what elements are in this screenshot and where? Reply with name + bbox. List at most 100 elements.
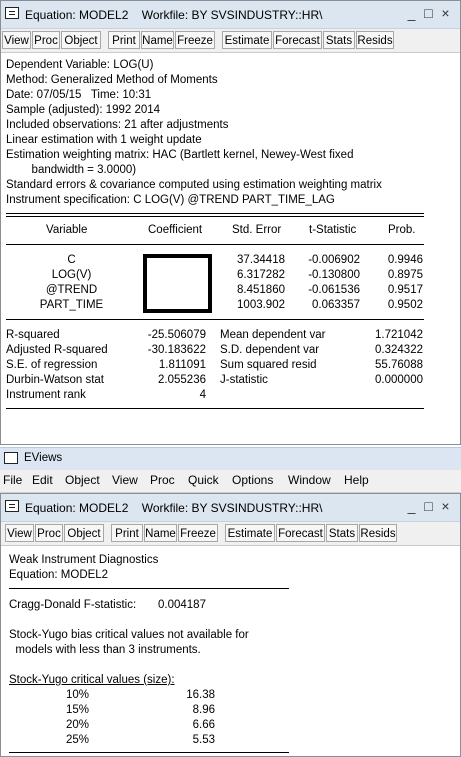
table-rule-top2 [6,216,424,217]
weighting-matrix-line: Estimation weighting matrix: HAC (Bartle… [6,149,354,161]
eviews-app-titlebar[interactable]: EViews [0,447,461,470]
stat-label: R-squared [6,329,60,341]
linear-estimation-line: Linear estimation with 1 weight update [6,134,202,146]
freeze-button[interactable]: Freeze [178,524,218,542]
crit-size: 10% [66,689,90,701]
menu-help[interactable]: Help [344,473,369,487]
minimize-icon[interactable]: _ [403,5,420,21]
freeze-button[interactable]: Freeze [175,31,215,49]
diag-rule-top [9,588,289,589]
prob-cell: 0.9502 [387,299,423,311]
stat-label: Adjusted R-squared [6,344,108,356]
crit-value: 8.96 [192,704,215,716]
estimate-button[interactable]: Estimate [222,31,272,49]
stat-label-right: Mean dependent var [220,329,326,341]
view-button[interactable]: View [5,524,34,542]
object-button[interactable]: Object [64,524,104,542]
equation-icon [5,500,19,512]
resids-button[interactable]: Resids [356,31,394,49]
stats-button[interactable]: Stats [323,31,355,49]
equation-toolbar: View Proc Object Print Name Freeze Estim… [1,29,460,53]
header-t-statistic: t-Statistic [309,224,357,236]
window-titlebar[interactable]: Equation: MODEL2 Workfile: BY SVSINDUSTR… [1,1,460,29]
name-button[interactable]: Name [144,524,177,542]
t-stat-cell: -0.061536 [308,284,360,296]
date-line: Date: 07/05/15 Time: 10:31 [6,89,152,101]
stat-label: Durbin-Watson stat [6,374,104,386]
minimize-icon[interactable]: _ [403,498,420,514]
stats-button[interactable]: Stats [326,524,358,542]
stat-label: S.E. of regression [6,359,98,371]
crit-size: 25% [66,734,90,746]
window-titlebar[interactable]: Equation: MODEL2 Workfile: BY SVSINDUSTR… [1,494,460,522]
stat-value: 1.811091 [158,359,206,371]
stat-label-right: S.D. dependent var [220,344,320,356]
coefficient-redaction-box [143,254,212,313]
menu-object[interactable]: Object [65,473,100,487]
maximize-icon[interactable]: □ [420,5,437,21]
diagnostics-title: Weak Instrument Diagnostics [9,554,159,566]
t-stat-cell: -0.130800 [308,269,360,281]
equation-toolbar: View Proc Object Print Name Freeze Estim… [1,522,460,546]
window-title: Equation: MODEL2 Workfile: BY SVSINDUSTR… [25,501,323,515]
stat-value: -25.506079 [147,329,206,341]
cragg-donald-label: Cragg-Donald F-statistic: [9,599,137,611]
header-std-error: Std. Error [232,224,282,236]
note-line: models with less than 3 instruments. [9,644,201,656]
print-button[interactable]: Print [111,524,143,542]
table-rule-mid [6,244,424,245]
variable-name: @TREND [45,284,98,296]
crit-value: 6.66 [192,719,215,731]
view-button[interactable]: View [2,31,31,49]
object-button[interactable]: Object [61,31,101,49]
menu-file[interactable]: File [3,473,22,487]
std-error-cell: 1003.902 [237,299,285,311]
maximize-icon[interactable]: □ [420,498,437,514]
std-error-cell: 8.451860 [237,284,285,296]
forecast-button[interactable]: Forecast [273,31,322,49]
menu-edit[interactable]: Edit [32,473,53,487]
menu-options[interactable]: Options [232,473,273,487]
crit-value: 16.38 [186,689,215,701]
estimate-button[interactable]: Estimate [225,524,275,542]
stat-value-right: 0.324322 [375,344,423,356]
stat-value-right: 0.000000 [375,374,423,386]
method-line: Method: Generalized Method of Moments [6,74,218,86]
window-title: Equation: MODEL2 Workfile: BY SVSINDUSTR… [25,8,323,22]
print-button[interactable]: Print [108,31,140,49]
header-variable: Variable [46,224,88,236]
stat-value: -30.183622 [147,344,206,356]
variable-name: C [67,254,76,266]
t-stat-cell: -0.006902 [308,254,360,266]
menu-bar: File Edit Object View Proc Quick Options… [0,470,461,493]
menu-view[interactable]: View [112,473,138,487]
header-prob: Prob. [388,224,416,236]
forecast-button[interactable]: Forecast [276,524,325,542]
stat-value: 4 [199,389,206,401]
equation-icon [5,7,19,19]
close-icon[interactable]: × [437,5,454,21]
crit-size: 20% [66,719,90,731]
menu-window[interactable]: Window [288,473,331,487]
proc-button[interactable]: Proc [35,524,63,542]
stat-label: Instrument rank [6,389,86,401]
stats-rule-top [6,319,424,320]
header-coefficient: Coefficient [148,224,203,236]
t-stat-cell: 0.063357 [312,299,360,311]
variable-name: PART_TIME [39,299,104,311]
proc-button[interactable]: Proc [32,31,60,49]
menu-proc[interactable]: Proc [150,473,175,487]
std-error-cell: 37.34418 [237,254,285,266]
observations-line: Included observations: 21 after adjustme… [6,119,229,131]
menu-quick[interactable]: Quick [188,473,219,487]
cragg-donald-value: 0.004187 [158,599,206,611]
standard-errors-line: Standard errors & covariance computed us… [6,179,382,191]
prob-cell: 0.9517 [387,284,423,296]
eviews-icon [4,452,18,464]
diagnostics-equation: Equation: MODEL2 [9,569,109,581]
stat-value-right: 1.721042 [375,329,423,341]
app-title: EViews [24,452,63,464]
close-icon[interactable]: × [437,498,454,514]
name-button[interactable]: Name [141,31,174,49]
resids-button[interactable]: Resids [359,524,397,542]
